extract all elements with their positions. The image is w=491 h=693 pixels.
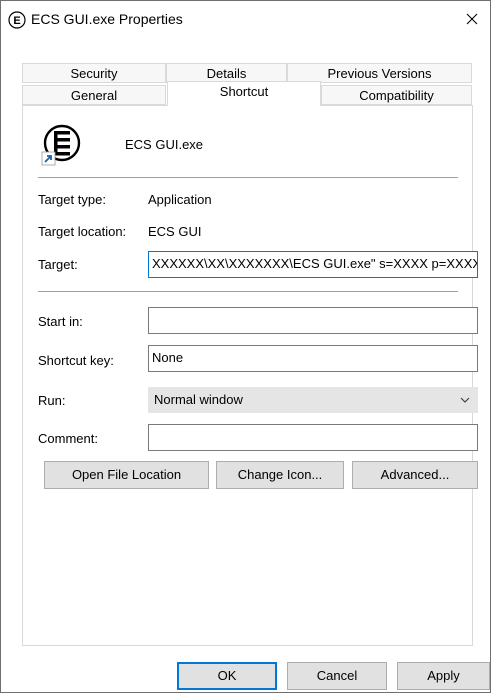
tab-compatibility[interactable]: Compatibility [321,85,472,105]
open-file-location-button[interactable]: Open File Location [44,461,209,489]
run-select-value: Normal window [154,392,243,407]
target-type-label: Target type: [38,192,106,207]
tab-details[interactable]: Details [166,63,287,83]
ok-button[interactable]: OK [177,662,277,690]
shortcut-key-label: Shortcut key: [38,353,114,368]
properties-window: E ECS GUI.exe Properties Security Detail… [0,0,491,693]
file-name: ECS GUI.exe [125,137,204,152]
target-location-label: Target location: [38,224,127,239]
start-in-input[interactable] [148,307,478,334]
cancel-button[interactable]: Cancel [287,662,387,690]
comment-input[interactable] [148,424,478,451]
shortcut-key-input[interactable]: None [148,345,478,372]
target-type-value: Application [148,192,212,207]
close-icon [466,13,478,25]
apply-button[interactable]: Apply [397,662,490,690]
change-icon-button[interactable]: Change Icon... [216,461,344,489]
run-select[interactable]: Normal window [148,387,478,413]
target-label: Target: [38,257,78,272]
separator-middle [38,291,458,292]
run-label: Run: [38,393,66,408]
window-title: ECS GUI.exe Properties [31,11,183,27]
tab-previous-versions[interactable]: Previous Versions [287,63,472,83]
chevron-down-icon [460,397,470,403]
tab-shortcut[interactable]: Shortcut [167,81,321,106]
tab-general[interactable]: General [22,85,166,105]
shortcut-panel [22,105,473,646]
tab-security[interactable]: Security [22,63,166,83]
advanced-button[interactable]: Advanced... [352,461,478,489]
close-button[interactable] [457,5,487,33]
app-icon: E [8,11,26,29]
title-bar: E ECS GUI.exe Properties [1,1,490,37]
svg-text:E: E [13,15,20,27]
separator-top [38,177,458,178]
comment-label: Comment: [38,431,98,446]
target-input[interactable]: XXXXXX\XX\XXXXXXX\ECS GUI.exe" s=XXXX p=… [148,251,478,278]
shortcut-file-icon [41,123,83,167]
start-in-label: Start in: [38,314,83,329]
target-location-value: ECS GUI [148,224,202,239]
